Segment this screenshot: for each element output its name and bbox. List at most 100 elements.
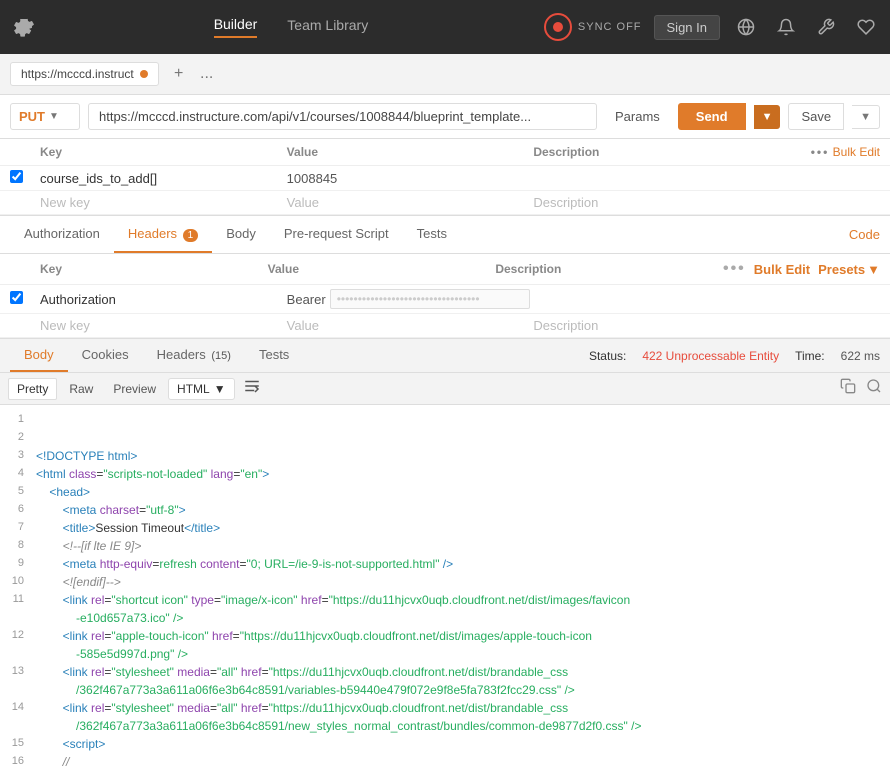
params-row-check[interactable]	[10, 170, 40, 186]
line-num-16: 16	[0, 755, 36, 767]
params-section: Key Value Description ••• Bulk Edit cour…	[0, 139, 890, 216]
code-line-14a: 14 <link rel="stylesheet" media="all" hr…	[0, 701, 890, 719]
line-num-15: 15	[0, 737, 36, 755]
heart-icon-btn[interactable]	[852, 13, 880, 41]
builder-tab[interactable]: Builder	[214, 16, 258, 38]
line-num-8: 8	[0, 539, 36, 557]
search-icon-btn[interactable]	[866, 378, 882, 399]
line-num-12: 12	[0, 629, 36, 647]
sign-in-button[interactable]: Sign In	[654, 15, 720, 40]
wrap-icon[interactable]	[243, 377, 261, 400]
params-actions-header: ••• Bulk Edit	[780, 145, 880, 159]
bottom-tab-cookies[interactable]: Cookies	[68, 339, 143, 372]
line-content-13b: /362f467a773a3a611a06f6e3b64c8591/variab…	[36, 683, 890, 701]
line-num-9: 9	[0, 557, 36, 575]
bottom-tabs-bar: Body Cookies Headers (15) Tests Status: …	[0, 339, 890, 373]
url-tab[interactable]: https://mcccd.instruct	[10, 62, 159, 86]
globe-icon-btn[interactable]	[732, 13, 760, 41]
params-button[interactable]: Params	[605, 104, 670, 129]
code-link[interactable]: Code	[849, 227, 880, 242]
bearer-token-input[interactable]	[330, 289, 530, 309]
params-value-header: Value	[287, 145, 534, 159]
params-bulk-edit-link[interactable]: Bulk Edit	[833, 145, 880, 159]
bottom-panel: Body Cookies Headers (15) Tests Status: …	[0, 339, 890, 767]
params-desc-header: Description	[533, 145, 780, 159]
line-num-13: 13	[0, 665, 36, 683]
save-dropdown-button[interactable]: ▼	[852, 105, 880, 129]
more-tab-button[interactable]: ...	[195, 62, 219, 86]
url-input[interactable]	[88, 103, 597, 130]
code-line-15: 15 <script>	[0, 737, 890, 755]
settings-icon-btn[interactable]	[10, 13, 38, 41]
code-line-16: 16 //	[0, 755, 890, 767]
tab-prerequest[interactable]: Pre-request Script	[270, 216, 403, 253]
line-num-14b	[0, 719, 36, 737]
pretty-btn[interactable]: Pretty	[8, 378, 57, 400]
presets-chevron-icon: ▼	[867, 262, 880, 277]
bottom-tab-tests[interactable]: Tests	[245, 339, 303, 372]
headers-key-header: Key	[40, 262, 268, 276]
headers-presets-btn[interactable]: Presets ▼	[818, 262, 880, 277]
code-view[interactable]: 1 2 3 <!DOCTYPE html> 4 <html class="scr…	[0, 405, 890, 767]
line-content-13: <link rel="stylesheet" media="all" href=…	[36, 665, 890, 683]
code-line-8: 8 <!--[if lte IE 9]>	[0, 539, 890, 557]
team-library-tab[interactable]: Team Library	[287, 17, 368, 37]
add-tab-button[interactable]: +	[167, 62, 191, 86]
line-num-3: 3	[0, 449, 36, 467]
bottom-headers-badge-close: )	[227, 350, 231, 362]
code-line-9: 9 <meta http-equiv=refresh content="0; U…	[0, 557, 890, 575]
tab-body[interactable]: Body	[212, 216, 270, 253]
copy-icon[interactable]	[840, 378, 856, 399]
request-bar: PUT ▼ Params Send ▼ Save ▼	[0, 95, 890, 139]
bottom-headers-badge-num: 15	[215, 350, 227, 362]
code-toolbar: Pretty Raw Preview HTML ▼	[0, 373, 890, 405]
headers-bulk-edit[interactable]: Bulk Edit	[754, 262, 810, 277]
sync-icon[interactable]	[544, 13, 572, 41]
send-button[interactable]: Send	[678, 103, 746, 130]
method-select[interactable]: PUT ▼	[10, 103, 80, 130]
top-nav: Builder Team Library SYNC OFF Sign In	[0, 0, 890, 54]
params-new-desc[interactable]: Description	[533, 195, 780, 210]
bell-icon-btn[interactable]	[772, 13, 800, 41]
raw-btn[interactable]: Raw	[61, 379, 101, 399]
line-content-16: //	[36, 755, 890, 767]
format-select[interactable]: HTML ▼	[168, 378, 235, 400]
save-button[interactable]: Save	[788, 103, 844, 130]
headers-new-key[interactable]: New key	[40, 318, 287, 333]
line-content-7: <title>Session Timeout</title>	[36, 521, 890, 539]
tab-authorization[interactable]: Authorization	[10, 216, 114, 253]
params-new-value[interactable]: Value	[287, 195, 534, 210]
headers-new-value[interactable]: Value	[287, 318, 534, 333]
bottom-tab-headers[interactable]: Headers (15)	[143, 339, 245, 372]
top-nav-tabs: Builder Team Library	[38, 16, 544, 38]
code-line-12a: 12 <link rel="apple-touch-icon" href="ht…	[0, 629, 890, 647]
line-num-12b	[0, 647, 36, 665]
tab-tests[interactable]: Tests	[403, 216, 461, 253]
tab-headers[interactable]: Headers 1	[114, 216, 212, 253]
headers-three-dots[interactable]: •••	[723, 260, 746, 278]
main-content: https://mcccd.instruct + ... PUT ▼ Param…	[0, 54, 890, 767]
bottom-headers-label: Headers	[157, 347, 206, 362]
params-three-dots[interactable]: •••	[811, 145, 830, 159]
sync-dot	[553, 22, 563, 32]
preview-btn[interactable]: Preview	[105, 379, 164, 399]
line-content-8: <!--[if lte IE 9]>	[36, 539, 890, 557]
code-line-4: 4 <html class="scripts-not-loaded" lang=…	[0, 467, 890, 485]
headers-new-row: New key Value Description	[0, 314, 890, 338]
headers-row-check[interactable]	[10, 291, 40, 307]
wrench-icon-btn[interactable]	[812, 13, 840, 41]
method-label: PUT	[19, 109, 45, 124]
bottom-tab-body[interactable]: Body	[10, 339, 68, 372]
headers-checkbox[interactable]	[10, 291, 23, 304]
params-new-key[interactable]: New key	[40, 195, 287, 210]
line-num-2: 2	[0, 431, 36, 449]
headers-row-value: Bearer	[287, 289, 534, 309]
headers-tab-label: Headers	[128, 226, 177, 241]
send-dropdown-button[interactable]: ▼	[754, 105, 781, 129]
params-row-value: 1008845	[287, 171, 534, 186]
headers-new-desc[interactable]: Description	[533, 318, 780, 333]
url-tab-dot	[140, 70, 148, 78]
params-checkbox[interactable]	[10, 170, 23, 183]
params-table-header: Key Value Description ••• Bulk Edit	[0, 139, 890, 166]
line-content-2	[36, 431, 890, 449]
